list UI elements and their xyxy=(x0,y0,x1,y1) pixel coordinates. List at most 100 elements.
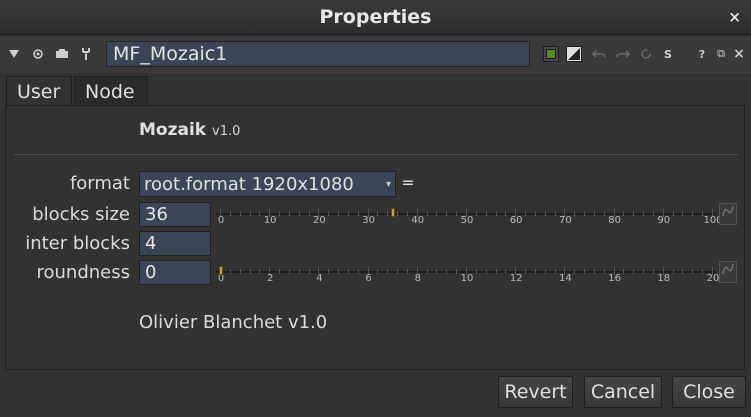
node-color-icon[interactable] xyxy=(543,46,559,62)
blocks-size-slider-minor-tick xyxy=(446,211,448,216)
roundness-slider-minor-tick xyxy=(347,269,349,274)
roundness-slider-tick-label: 10 xyxy=(460,273,474,284)
blocks-size-curve-icon[interactable] xyxy=(719,203,737,225)
divider xyxy=(14,154,738,155)
node-name-field[interactable]: MF_Mozaic1 xyxy=(106,41,530,67)
blocks-size-slider-minor-tick xyxy=(603,211,605,216)
blocks-size-slider-minor-tick xyxy=(574,211,576,216)
center-node-icon[interactable] xyxy=(28,44,48,64)
roundness-input[interactable]: 0 xyxy=(139,260,211,285)
blocks-size-slider-tick-label: 40 xyxy=(411,215,425,226)
blocks-size-slider-minor-tick xyxy=(505,211,507,216)
blocks-size-slider-minor-tick xyxy=(328,211,330,216)
tab-node[interactable]: Node xyxy=(74,76,148,106)
blocks-size-slider-tick-label: 50 xyxy=(460,215,474,226)
roundness-slider-minor-tick xyxy=(633,269,635,274)
blocks-size-slider-minor-tick xyxy=(347,211,349,216)
blocks-size-slider-minor-tick xyxy=(525,211,527,216)
roundness-slider-minor-tick xyxy=(397,269,399,274)
redo-icon[interactable] xyxy=(613,44,633,64)
roundness-slider-minor-tick xyxy=(593,269,595,274)
roundness-slider-minor-tick xyxy=(485,269,487,274)
blocks-size-slider-minor-tick xyxy=(554,211,556,216)
plugin-title: Mozaik v1.0 xyxy=(139,120,240,140)
roundness-slider-tick-label: 8 xyxy=(414,273,421,284)
tab-user[interactable]: User xyxy=(6,76,72,106)
blocks-size-slider-handle[interactable] xyxy=(391,208,396,217)
user-tab-panel: Mozaik v1.0 format root.format 1920x1080… xyxy=(5,105,745,370)
script-icon[interactable]: S xyxy=(658,44,678,64)
node-toolbar: MF_Mozaic1 S ? ⧉ × xyxy=(0,37,751,73)
blocks-size-slider-minor-tick xyxy=(623,211,625,216)
blocks-size-slider-minor-tick xyxy=(279,211,281,216)
roundness-slider-minor-tick xyxy=(643,269,645,274)
gl-color-icon[interactable] xyxy=(566,46,582,62)
blocks-size-slider-minor-tick xyxy=(288,211,290,216)
roundness-slider-minor-tick xyxy=(328,269,330,274)
roundness-slider-minor-tick xyxy=(229,269,231,274)
revert-button[interactable]: Revert xyxy=(498,376,573,408)
format-menu-button[interactable]: = xyxy=(400,175,416,192)
float-panel-icon[interactable] xyxy=(52,44,72,64)
chevron-down-icon: ▾ xyxy=(385,179,391,190)
roundness-slider-minor-tick xyxy=(357,269,359,274)
roundness-slider-minor-tick xyxy=(338,269,340,274)
revert-icon[interactable] xyxy=(636,44,656,64)
blocks-size-input[interactable]: 36 xyxy=(139,202,211,227)
blocks-size-slider-minor-tick xyxy=(377,211,379,216)
node-settings-icon[interactable] xyxy=(76,44,96,64)
collapse-arrow-icon[interactable] xyxy=(4,44,24,64)
close-panel-icon[interactable]: × xyxy=(729,44,749,64)
roundness-curve-icon[interactable] xyxy=(719,261,737,283)
blocks-size-slider-minor-tick xyxy=(308,211,310,216)
cancel-button[interactable]: Cancel xyxy=(584,376,662,408)
roundness-slider-tick-label: 4 xyxy=(316,273,323,284)
blocks-size-slider-minor-tick xyxy=(544,211,546,216)
roundness-slider-minor-tick xyxy=(426,269,428,274)
help-icon[interactable]: ? xyxy=(692,44,712,64)
inter-blocks-input[interactable]: 4 xyxy=(139,231,211,256)
roundness-slider-minor-tick xyxy=(288,269,290,274)
roundness-slider-minor-tick xyxy=(584,269,586,274)
credit-text: Olivier Blanchet v1.0 xyxy=(139,312,328,333)
blocks-size-slider-minor-tick xyxy=(584,211,586,216)
format-dropdown[interactable]: root.format 1920x1080 ▾ xyxy=(139,171,396,197)
format-value: root.format 1920x1080 xyxy=(144,174,354,195)
inter-blocks-label: inter blocks xyxy=(25,233,130,254)
roundness-slider-minor-tick xyxy=(505,269,507,274)
blocks-size-slider-minor-tick xyxy=(633,211,635,216)
roundness-slider[interactable]: 0 2 4 6 8 10 12 14 16 18 20 xyxy=(216,265,719,285)
roundness-slider-minor-tick xyxy=(406,269,408,274)
window-title: Properties xyxy=(319,6,432,28)
blocks-size-slider-minor-tick xyxy=(387,211,389,216)
plugin-version: v1.0 xyxy=(212,124,241,139)
roundness-slider-minor-tick xyxy=(682,269,684,274)
roundness-slider-handle[interactable] xyxy=(219,266,223,275)
blocks-size-slider-minor-tick xyxy=(495,211,497,216)
close-button[interactable]: Close xyxy=(672,376,746,408)
roundness-slider-tick-label: 2 xyxy=(267,273,274,284)
roundness-slider-minor-tick xyxy=(603,269,605,274)
blocks-size-slider-minor-tick xyxy=(436,211,438,216)
float-icon[interactable]: ⧉ xyxy=(711,44,731,64)
blocks-size-slider-minor-tick xyxy=(229,211,231,216)
undo-icon[interactable] xyxy=(589,44,609,64)
roundness-slider-minor-tick xyxy=(298,269,300,274)
blocks-size-slider-minor-tick xyxy=(259,211,261,216)
blocks-size-slider-minor-tick xyxy=(397,211,399,216)
blocks-size-slider-minor-tick xyxy=(426,211,428,216)
roundness-slider-minor-tick xyxy=(446,269,448,274)
blocks-size-label: blocks size xyxy=(32,204,130,225)
blocks-size-slider-minor-tick xyxy=(249,211,251,216)
blocks-size-slider-tick-label: 80 xyxy=(608,215,621,226)
blocks-size-slider-tick-label: 20 xyxy=(313,215,326,226)
blocks-size-slider[interactable]: 0 10 20 30 40 50 60 70 80 90 100 xyxy=(216,207,723,227)
close-window-icon[interactable]: × xyxy=(728,8,741,26)
roundness-slider-minor-tick xyxy=(377,269,379,274)
roundness-slider-minor-tick xyxy=(525,269,527,274)
blocks-size-slider-tick-label: 60 xyxy=(509,215,523,226)
blocks-size-slider-minor-tick xyxy=(643,211,645,216)
blocks-size-slider-minor-tick xyxy=(298,211,300,216)
roundness-slider-minor-tick xyxy=(623,269,625,274)
roundness-slider-minor-tick xyxy=(436,269,438,274)
